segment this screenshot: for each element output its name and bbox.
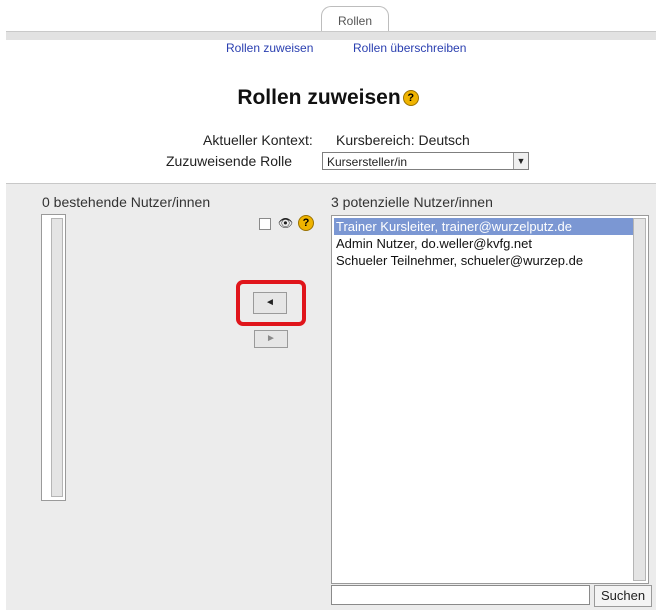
tab-bar-divider bbox=[6, 31, 656, 40]
remove-user-button[interactable]: ► bbox=[254, 330, 288, 348]
list-item[interactable]: Admin Nutzer, do.weller@kvfg.net bbox=[336, 235, 532, 252]
scrollbar[interactable] bbox=[633, 218, 646, 581]
page-title: Rollen zuweisen? bbox=[0, 86, 656, 110]
page-title-text: Rollen zuweisen bbox=[237, 86, 401, 109]
help-icon[interactable]: ? bbox=[298, 215, 314, 231]
link-rollen-ueberschreiben[interactable]: Rollen überschreiben bbox=[353, 41, 466, 55]
role-select[interactable]: Kursersteller/in ▼ bbox=[322, 152, 529, 170]
chevron-down-icon[interactable]: ▼ bbox=[513, 153, 528, 169]
tab-rollen[interactable]: Rollen bbox=[321, 6, 389, 33]
role-label: Zuzuweisende Rolle bbox=[166, 153, 293, 169]
list-item[interactable]: Schueler Teilnehmer, schueler@wurzep.de bbox=[336, 252, 583, 269]
add-user-button[interactable]: ◄ bbox=[253, 292, 287, 314]
potential-users-heading: 3 potenzielle Nutzer/innen bbox=[331, 194, 493, 210]
search-input[interactable] bbox=[331, 585, 590, 605]
show-details-checkbox[interactable] bbox=[259, 218, 271, 230]
existing-users-heading: 0 bestehende Nutzer/innen bbox=[42, 194, 211, 210]
potential-users-list[interactable]: Trainer Kursleiter, trainer@wurzelputz.d… bbox=[331, 215, 649, 584]
existing-users-list[interactable] bbox=[41, 214, 66, 501]
link-rollen-zuweisen[interactable]: Rollen zuweisen bbox=[226, 41, 313, 55]
help-icon[interactable]: ? bbox=[402, 90, 419, 107]
role-select-value: Kursersteller/in bbox=[327, 155, 408, 169]
eye-icon: 👁 bbox=[278, 216, 294, 230]
context-label: Aktueller Kontext: bbox=[203, 132, 313, 148]
scrollbar[interactable] bbox=[51, 218, 63, 497]
search-button[interactable]: Suchen bbox=[594, 585, 652, 607]
context-value: Kursbereich: Deutsch bbox=[336, 132, 470, 148]
list-item[interactable]: Trainer Kursleiter, trainer@wurzelputz.d… bbox=[334, 218, 633, 235]
